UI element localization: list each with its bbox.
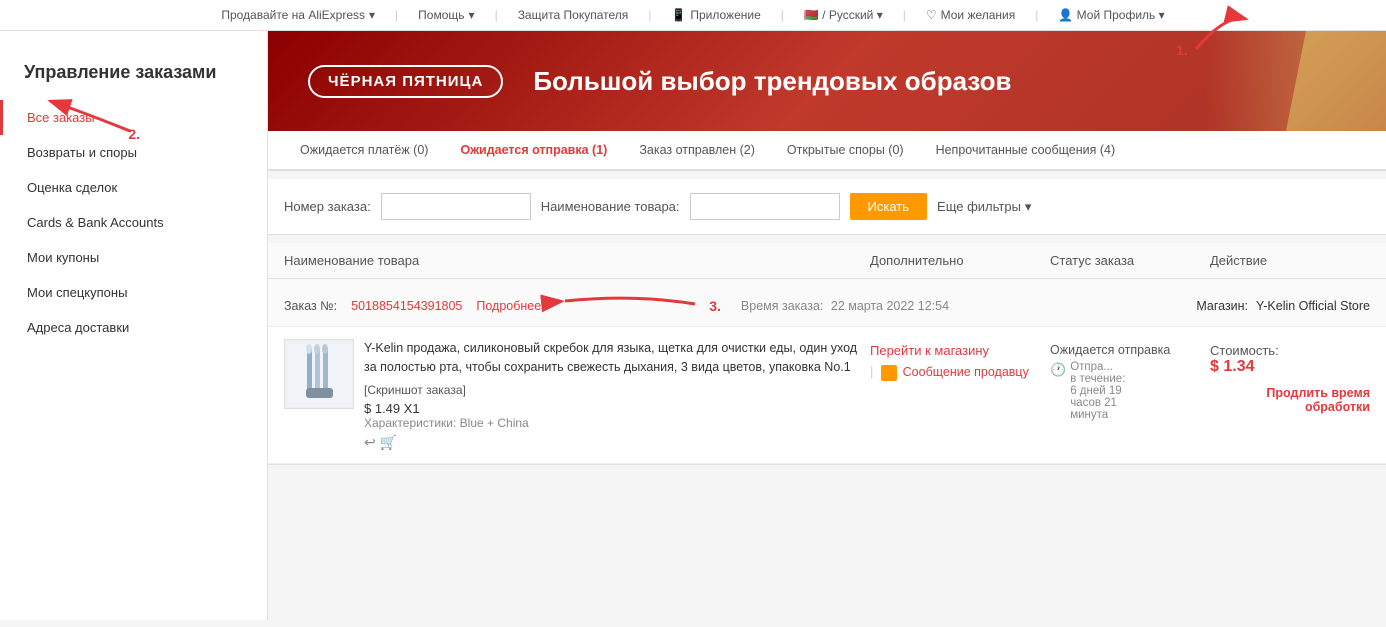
sidebar-item-returns[interactable]: Возвраты и споры [0, 135, 267, 170]
sidebar-item-all-orders[interactable]: Все заказы [0, 100, 267, 135]
help-nav[interactable]: Помощь ▾ [418, 8, 474, 22]
product-screenshot: [Скриншот заказа] [364, 383, 870, 397]
banner-badge: ЧЁРНАЯ ПЯТНИЦА [308, 65, 503, 98]
banner-figure [1206, 31, 1386, 131]
order-store-name: Y-Kelin Official Store [1256, 299, 1370, 313]
tab-open-disputes[interactable]: Открытые споры (0) [771, 131, 920, 171]
product-name-input[interactable] [690, 193, 840, 220]
order-row-header: Заказ №: 5018854154391805 Подробнее [268, 279, 1386, 327]
col-additional: Дополнительно [870, 253, 1050, 268]
language-nav[interactable]: 🇧🇾 / Русский ▾ [804, 8, 883, 22]
filter-row: Номер заказа: Наименование товара: Искат… [268, 179, 1386, 235]
order-table: Наименование товара Дополнительно Статус… [268, 243, 1386, 465]
order-status: Ожидается отправка [1050, 343, 1210, 357]
order-number-label: Номер заказа: [284, 199, 371, 214]
banner-text: Большой выбор трендовых образов [533, 66, 1011, 97]
sidebar-item-cards[interactable]: Cards & Bank Accounts [0, 205, 267, 240]
col-action: Действие [1210, 253, 1370, 268]
buyer-protection[interactable]: Защита Покупателя [518, 8, 629, 22]
sidebar: Управление заказами Все заказы Возвраты … [0, 31, 268, 620]
product-cell: Y-Kelin продажа, силиконовый скребок для… [284, 339, 870, 451]
badge-3: 3. [709, 298, 721, 314]
msg-seller-link[interactable]: Сообщение продавцу [903, 365, 1029, 379]
tab-awaiting-shipment[interactable]: Ожидается отправка (1) [444, 131, 623, 171]
product-action-icons: ↩ 🛒 [364, 434, 870, 451]
order-more-link[interactable]: Подробнее [476, 299, 541, 313]
product-name-label: Наименование товара: [541, 199, 680, 214]
sell-on-ali[interactable]: Продавайте на AliExpress ▾ [221, 8, 375, 22]
table-row: Заказ №: 5018854154391805 Подробнее [268, 279, 1386, 465]
status-cell: Ожидается отправка 🕐 Отпра...в течение:6… [1050, 339, 1210, 451]
app-nav[interactable]: 📱 Приложение [671, 8, 760, 22]
cart-icon[interactable]: 🛒 [380, 434, 397, 451]
sidebar-title: Управление заказами [0, 51, 267, 100]
banner: ЧЁРНАЯ ПЯТНИЦА Большой выбор трендовых о… [268, 31, 1386, 131]
sidebar-item-evaluation[interactable]: Оценка сделок [0, 170, 267, 205]
order-number-label: Заказ №: [284, 299, 337, 313]
table-header: Наименование товара Дополнительно Статус… [268, 243, 1386, 279]
sidebar-item-addresses[interactable]: Адреса доставки [0, 310, 267, 345]
sidebar-item-special-coupons[interactable]: Мои спецкупоны [0, 275, 267, 310]
product-name: Y-Kelin продажа, силиконовый скребок для… [364, 339, 870, 377]
content-area: ЧЁРНАЯ ПЯТНИЦА Большой выбор трендовых о… [268, 31, 1386, 620]
action-cell: Стоимость: $ 1.34 Продлить время обработ… [1210, 339, 1370, 451]
msg-icon [881, 365, 897, 381]
clock-icon: 🕐 [1050, 362, 1066, 378]
cost-value: $ 1.34 [1210, 358, 1370, 376]
more-filters-button[interactable]: Еще фильтры ▾ [937, 199, 1031, 215]
product-image [284, 339, 354, 409]
profile-nav[interactable]: 👤 Мой Профиль ▾ [1058, 8, 1164, 22]
top-nav: Продавайте на AliExpress ▾ | Помощь ▾ | … [0, 0, 1386, 31]
reply-icon[interactable]: ↩ [364, 434, 376, 451]
main-layout: Управление заказами Все заказы Возвраты … [0, 31, 1386, 620]
product-spec: Характеристики: Blue + China [364, 416, 870, 430]
order-store-label: Магазин: [1196, 299, 1248, 313]
extend-processing-button[interactable]: Продлить время обработки [1210, 386, 1370, 414]
cost-label: Стоимость: [1210, 343, 1370, 358]
col-status: Статус заказа [1050, 253, 1210, 268]
order-details: Y-Kelin продажа, силиконовый скребок для… [268, 327, 1386, 464]
tab-shipped[interactable]: Заказ отправлен (2) [623, 131, 771, 171]
additional-cell: Перейти к магазину | Сообщение продавцу [870, 339, 1050, 451]
status-timer: 🕐 Отпра...в течение:6 дней 19часов 21мин… [1050, 361, 1210, 421]
product-price: $ 1.49 X1 [364, 401, 870, 416]
tab-unread-messages[interactable]: Непрочитанные сообщения (4) [920, 131, 1132, 171]
order-number-link[interactable]: 5018854154391805 [351, 299, 462, 313]
wishlist-nav[interactable]: ♡ Мои желания [926, 8, 1015, 22]
order-number-input[interactable] [381, 193, 531, 220]
col-product: Наименование товара [284, 253, 870, 268]
tab-awaiting-payment[interactable]: Ожидается платёж (0) [284, 131, 444, 171]
tabs-row: Ожидается платёж (0) Ожидается отправка … [268, 131, 1386, 171]
sidebar-item-coupons[interactable]: Мои купоны [0, 240, 267, 275]
order-time: Время заказа: 22 марта 2022 12:54 [741, 299, 949, 313]
search-button[interactable]: Искать [850, 193, 928, 220]
